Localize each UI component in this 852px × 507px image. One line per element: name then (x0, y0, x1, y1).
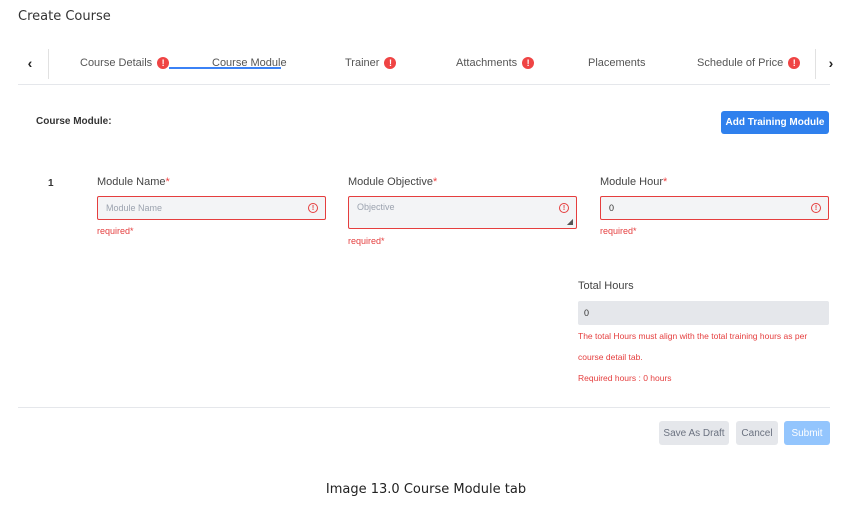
total-hours-warning-line2: course detail tab. (578, 352, 643, 362)
total-hours-field: 0 (578, 301, 829, 325)
chevron-right-icon[interactable]: › (821, 52, 841, 74)
error-circle-icon: ! (308, 203, 318, 213)
module-hour-input[interactable]: 0 ! (600, 196, 829, 220)
tab-label: Placements (588, 57, 646, 69)
tab-attachments[interactable]: Attachments ! (456, 57, 535, 69)
module-name-error: required* (97, 226, 134, 236)
module-name-label: Module Name* (97, 176, 170, 188)
module-name-placeholder: Module Name (106, 203, 163, 213)
error-circle-icon: ! (811, 203, 821, 213)
tab-trainer[interactable]: Trainer ! (345, 57, 397, 69)
field-label-text: Module Objective (348, 176, 433, 188)
resize-handle-icon[interactable]: ◢ (567, 217, 573, 226)
save-as-draft-button[interactable]: Save As Draft (659, 421, 729, 445)
module-name-input[interactable]: Module Name ! (97, 196, 326, 220)
required-mark: * (165, 176, 170, 188)
tab-course-details[interactable]: Course Details ! (80, 57, 170, 69)
field-label-text: Module Hour (600, 176, 663, 188)
error-badge-icon: ! (157, 57, 170, 69)
error-badge-icon: ! (788, 57, 801, 69)
total-hours-value: 0 (584, 308, 590, 318)
error-circle-icon: ! (559, 203, 569, 213)
tab-label: Schedule of Price (697, 57, 784, 69)
submit-button[interactable]: Submit (784, 421, 830, 445)
module-objective-placeholder: Objective (357, 202, 395, 212)
required-hours-text: Required hours : 0 hours (578, 373, 672, 383)
module-objective-label: Module Objective* (348, 176, 437, 188)
cancel-button[interactable]: Cancel (736, 421, 778, 445)
module-hour-label: Module Hour* (600, 176, 667, 188)
module-hour-error: required* (600, 226, 637, 236)
active-tab-indicator (169, 67, 281, 69)
tab-schedule-of-price[interactable]: Schedule of Price ! (697, 57, 801, 69)
tab-divider-right (815, 49, 816, 79)
tab-divider-left (48, 49, 49, 79)
tab-label: Attachments (456, 57, 518, 69)
tab-label: Trainer (345, 57, 380, 69)
error-badge-icon: ! (522, 57, 535, 69)
page-title: Create Course (18, 9, 111, 24)
required-mark: * (662, 176, 668, 188)
module-objective-error: required* (348, 236, 385, 246)
module-objective-textarea[interactable]: Objective ! ◢ (348, 196, 577, 229)
error-badge-icon: ! (384, 57, 397, 69)
module-row-number: 1 (48, 178, 54, 189)
tab-bar: ‹ Course Details ! Course Module Trainer… (18, 40, 833, 85)
section-label: Course Module: (36, 116, 112, 127)
module-hour-value: 0 (609, 203, 615, 213)
figure-caption: Image 13.0 Course Module tab (325, 482, 527, 497)
add-training-module-button[interactable]: Add Training Module (721, 111, 829, 134)
total-hours-warning-line1: The total Hours must align with the tota… (578, 331, 808, 341)
field-label-text: Module Name (97, 176, 166, 188)
chevron-left-icon[interactable]: ‹ (20, 52, 40, 74)
footer-divider (18, 407, 830, 408)
required-mark: * (433, 176, 438, 188)
tab-placements[interactable]: Placements (588, 57, 645, 69)
total-hours-label: Total Hours (578, 280, 634, 292)
tab-label: Course Details (80, 57, 153, 69)
